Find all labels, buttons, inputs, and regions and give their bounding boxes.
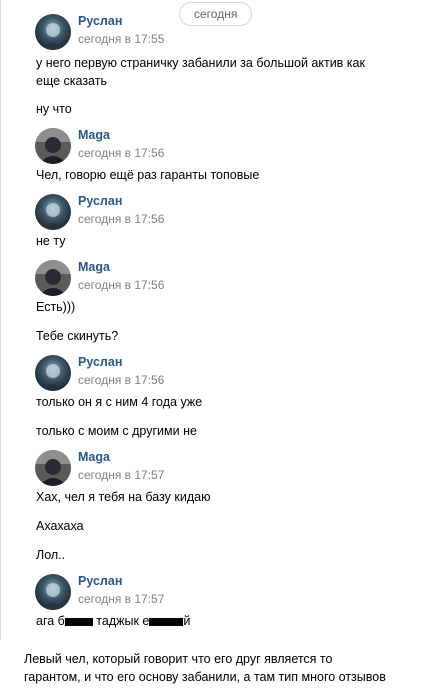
caption-line: гарантом, и что его основу забанили, а т…	[24, 670, 386, 684]
ruslan-avatar[interactable]	[35, 14, 71, 50]
message-text: Есть)))	[36, 300, 76, 314]
author-link[interactable]: Maga	[78, 260, 110, 274]
message-text: только с моим с другими не	[36, 424, 197, 438]
redaction-bar	[149, 617, 184, 626]
message-text: не ту	[36, 234, 66, 248]
message-text: ага б таджык е й	[36, 612, 190, 630]
message-text-part: таджык е	[92, 614, 150, 628]
ruslan-avatar[interactable]	[35, 355, 71, 391]
message-text-part: ага б	[36, 614, 65, 628]
author-link[interactable]: Руслан	[78, 194, 122, 208]
message-text: Лол..	[36, 548, 66, 562]
message-text: Хах, чел я тебя на базу кидаю	[36, 490, 211, 504]
message-text: еще сказать	[36, 74, 107, 88]
caption-line: Левый чел, который говорит что его друг …	[24, 652, 333, 666]
message-text-part: й	[183, 614, 191, 628]
author-link[interactable]: Руслан	[78, 574, 122, 588]
message-text: ну что	[36, 102, 72, 116]
message-time[interactable]: сегодня в 17:55	[78, 32, 164, 46]
ruslan-avatar[interactable]	[35, 194, 71, 230]
message-time[interactable]: сегодня в 17:56	[78, 212, 164, 226]
author-link[interactable]: Maga	[78, 128, 110, 142]
maga-avatar[interactable]	[35, 450, 71, 486]
message-text: Ахахаха	[36, 519, 84, 533]
author-link[interactable]: Maga	[78, 450, 110, 464]
message-time[interactable]: сегодня в 17:56	[78, 373, 164, 387]
redaction-bar	[64, 617, 93, 626]
message-time[interactable]: сегодня в 17:56	[78, 146, 164, 160]
date-divider: сегодня	[179, 2, 253, 26]
author-link[interactable]: Руслан	[78, 355, 122, 369]
ruslan-avatar[interactable]	[35, 574, 71, 610]
chat-history: сегодня Руслан сегодня в 17:55 у него пе…	[0, 0, 423, 640]
maga-avatar[interactable]	[35, 260, 71, 296]
message-text: Чел, говорю ещё раз гаранты топовые	[36, 168, 260, 182]
post-caption: Левый чел, который говорит что его друг …	[24, 650, 419, 686]
message-text: у него первую страничку забанили за боль…	[36, 56, 365, 70]
message-time[interactable]: сегодня в 17:56	[78, 278, 164, 292]
maga-avatar[interactable]	[35, 128, 71, 164]
message-time[interactable]: сегодня в 17:57	[78, 592, 164, 606]
message-time[interactable]: сегодня в 17:57	[78, 468, 164, 482]
author-link[interactable]: Руслан	[78, 14, 122, 28]
message-text: только он я с ним 4 года уже	[36, 395, 203, 409]
message-text: Тебе скинуть?	[36, 329, 119, 343]
